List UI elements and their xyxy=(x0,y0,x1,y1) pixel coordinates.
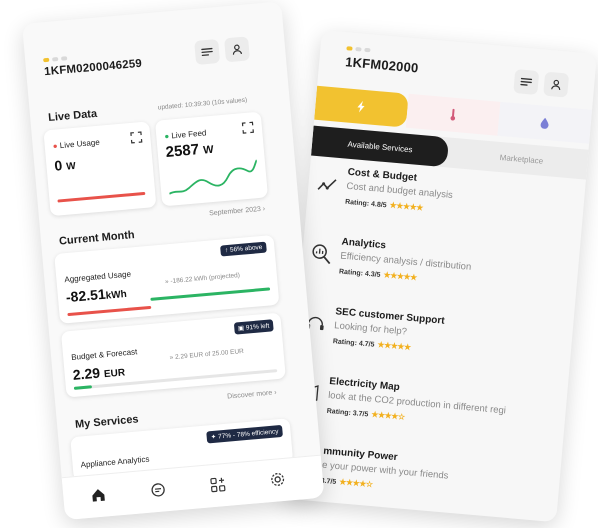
value-unit: kWh xyxy=(105,288,128,302)
trend-line-icon xyxy=(316,172,340,196)
service-title: Analytics xyxy=(341,236,387,252)
rating-stars: ★★★★☆ xyxy=(370,409,405,422)
rating-text: Rating: 4.8/5 xyxy=(344,198,387,210)
rating-text: Rating: 4.3/5 xyxy=(338,268,381,280)
service-item-support[interactable]: SEC customer Support Looking for help? R… xyxy=(301,304,575,387)
discover-text: Discover more xyxy=(226,389,273,401)
live-data-title: Live Data xyxy=(47,107,98,125)
device-id-title: 1KFM02000 xyxy=(344,54,420,76)
aggregated-usage-card[interactable]: ↑ 56% above Aggregated Usage -82.51kWh »… xyxy=(54,234,280,324)
usage-actual-bar xyxy=(67,305,152,317)
user-icon[interactable] xyxy=(224,36,251,63)
usage-projected-bar xyxy=(150,287,271,301)
apps-add-icon[interactable] xyxy=(208,476,228,496)
value-number: 0 xyxy=(53,157,63,174)
current-month-title: Current Month xyxy=(58,229,136,248)
live-usage-bar xyxy=(57,191,146,203)
live-feed-card[interactable]: ● Live Feed 2587 W xyxy=(154,111,269,207)
budget-of-total: » 2.29 EUR of 25.00 EUR xyxy=(169,347,245,362)
budget-value: 2.29 EUR xyxy=(72,362,126,383)
thermometer-icon xyxy=(450,108,456,121)
rating-stars: ★★★★☆ xyxy=(338,477,373,490)
rating-text: Rating: 4.7/5 xyxy=(332,338,375,349)
service-description: Looking for help? xyxy=(333,320,408,338)
home-icon[interactable] xyxy=(89,486,109,506)
updated-timestamp: updated: 10:39:30 (10s values) xyxy=(157,96,248,112)
tab-electricity[interactable] xyxy=(314,85,409,128)
rating-stars: ★★★★★ xyxy=(383,270,418,283)
service-rating: Rating: 4.3/5 ★★★★★ xyxy=(339,266,417,282)
badge-text: 56% above xyxy=(229,243,263,254)
label-text: Live Usage xyxy=(59,137,101,151)
window-dots xyxy=(43,56,68,63)
label-text: Live Feed xyxy=(170,128,207,141)
service-rating: Rating: 4.7/5 ★★★★★ xyxy=(333,336,411,352)
expand-icon[interactable] xyxy=(241,120,255,139)
value-number: 2587 xyxy=(165,141,200,161)
month-link-text: September 2023 xyxy=(208,205,262,218)
service-item-cost-budget[interactable]: Cost & Budget Cost and budget analysis R… xyxy=(313,164,587,247)
appliance-analytics-label: Appliance Analytics xyxy=(80,454,150,470)
live-feed-value: 2587 W xyxy=(165,140,214,161)
efficiency-badge: ✦ 77% - 78% efficiency xyxy=(206,424,283,444)
live-usage-card[interactable]: ● Live Usage 0 W xyxy=(43,121,157,217)
live-feed-label: ● Live Feed xyxy=(163,128,207,142)
bolt-icon xyxy=(357,100,365,113)
window-dots xyxy=(346,46,371,53)
budget-fill xyxy=(73,385,93,390)
tab-available-services[interactable]: Available Services xyxy=(311,125,450,168)
analytics-search-icon xyxy=(310,242,334,266)
budget-badge: ▣ 91% left xyxy=(233,319,274,335)
service-item-community-power[interactable]: mmunity Power e your power with your fri… xyxy=(289,443,563,522)
service-item-analytics[interactable]: Analytics Efficiency analysis / distribu… xyxy=(307,234,581,317)
live-usage-label: ● Live Usage xyxy=(52,137,101,151)
tab-water[interactable] xyxy=(497,101,593,144)
value-unit: W xyxy=(202,143,215,157)
badge-text: 77% - 78% efficiency xyxy=(217,428,279,441)
service-rating: Rating: 3.7/5 ★★★★☆ xyxy=(326,406,404,422)
left-phone-screen: 1KFM0200046259 Live Data updated: 10:39:… xyxy=(22,1,325,521)
live-usage-value: 0 W xyxy=(54,156,76,174)
my-services-title: My Services xyxy=(74,413,140,431)
right-phone-screen: 1KFM02000 Available Services Marketplace… xyxy=(281,30,597,523)
rating-text: Rating: 3.7/5 xyxy=(326,407,369,419)
settings-icon[interactable] xyxy=(268,471,288,491)
aggregated-usage-label: Aggregated Usage xyxy=(64,269,132,285)
menu-icon[interactable] xyxy=(513,68,540,95)
live-feed-sparkline xyxy=(168,159,258,195)
value-unit: EUR xyxy=(103,367,126,381)
budget-forecast-card[interactable]: ▣ 91% left Budget & Forecast 2.29 EUR » … xyxy=(60,312,286,398)
tab-marketplace[interactable]: Marketplace xyxy=(460,139,582,179)
expand-icon[interactable] xyxy=(130,130,144,149)
drop-icon xyxy=(540,117,549,129)
menu-icon[interactable] xyxy=(194,38,221,65)
budget-of-text: 2.29 EUR of 25.00 EUR xyxy=(174,347,245,361)
rating-stars: ★★★★★ xyxy=(389,200,424,213)
projected-usage: » -186.22 kWh (projected) xyxy=(164,271,241,286)
usage-badge: ↑ 56% above xyxy=(220,241,267,257)
chat-icon[interactable] xyxy=(148,481,168,501)
tab-heat[interactable] xyxy=(405,93,501,136)
month-link[interactable]: September 2023 › xyxy=(209,206,265,218)
budget-label: Budget & Forecast xyxy=(70,347,138,362)
value-number: 2.29 xyxy=(72,364,101,383)
badge-text: 91% left xyxy=(245,322,270,332)
service-rating: 3.7/5 ★★★★☆ xyxy=(320,476,373,489)
projected-text: -186.22 kWh (projected) xyxy=(170,271,241,286)
value-number: -82.51 xyxy=(65,285,107,306)
rating-stars: ★★★★★ xyxy=(377,340,412,352)
aggregated-usage-value: -82.51kWh xyxy=(65,284,127,305)
user-icon[interactable] xyxy=(543,71,570,98)
discover-more-link[interactable]: Discover more › xyxy=(227,389,277,400)
service-rating: Rating: 4.8/5 ★★★★★ xyxy=(345,197,423,213)
service-item-electricity-map[interactable]: Electricity Map look at the CO2 producti… xyxy=(295,373,569,456)
value-unit: W xyxy=(65,160,77,173)
